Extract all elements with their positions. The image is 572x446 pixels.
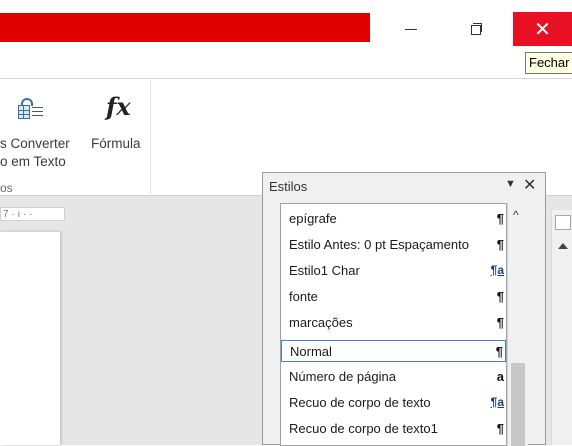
- table-grid-icon: [18, 105, 30, 119]
- table-to-text-icon[interactable]: [18, 98, 44, 120]
- pane-close-icon[interactable]: ✕: [523, 175, 536, 195]
- close-icon: ✕: [534, 17, 551, 41]
- paragraph-mark-icon: ¶: [496, 211, 504, 226]
- formula-button-label[interactable]: Fórmula: [91, 136, 141, 151]
- restore-icon: [471, 25, 481, 35]
- paragraph-mark-icon: ¶: [496, 289, 504, 304]
- horizontal-ruler[interactable]: 7 · ı · ·: [0, 207, 65, 221]
- style-item-fonte[interactable]: fonte ¶: [281, 286, 506, 308]
- style-name: fonte: [289, 289, 318, 304]
- style-item-marcacoes[interactable]: marcações ¶: [281, 312, 506, 334]
- pane-options-icon[interactable]: ▼: [505, 178, 516, 190]
- styles-pane: Estilos ▼ ✕ epígrafe ¶ Estilo Antes: 0 p…: [262, 172, 546, 446]
- vertical-scrollbar[interactable]: [551, 210, 572, 445]
- style-name: marcações: [289, 315, 353, 330]
- style-item-numero-de-pagina[interactable]: Número de página a: [281, 366, 506, 388]
- fx-icon[interactable]: fx: [106, 92, 131, 121]
- style-name: Recuo de corpo de texto: [289, 395, 431, 410]
- styles-list[interactable]: epígrafe ¶ Estilo Antes: 0 pt Espaçament…: [280, 203, 507, 446]
- minimize-button[interactable]: [400, 16, 426, 42]
- close-button[interactable]: ✕: [513, 12, 572, 46]
- ribbon-group-separator: [150, 80, 151, 194]
- paragraph-mark-icon: ¶: [496, 421, 504, 436]
- convert-to-text-label-2[interactable]: o em Texto: [0, 154, 66, 169]
- style-name: Estilo Antes: 0 pt Espaçamento: [289, 237, 469, 252]
- style-name: Normal: [290, 344, 332, 359]
- ribbon-group-label: os: [0, 181, 13, 195]
- style-item-recuo-corpo-texto[interactable]: Recuo de corpo de texto ¶a: [281, 392, 506, 414]
- convert-to-text-label-1[interactable]: s Converter: [0, 136, 70, 151]
- style-item-recuo-corpo-texto1[interactable]: Recuo de corpo de texto1 ¶: [281, 418, 506, 440]
- style-item-estilo-antes[interactable]: Estilo Antes: 0 pt Espaçamento ¶: [281, 234, 506, 256]
- styles-pane-title: Estilos: [269, 179, 308, 194]
- styles-list-scrollbar[interactable]: ^: [507, 203, 528, 446]
- style-name: Estilo1 Char: [289, 263, 360, 278]
- title-bar-highlight: [0, 13, 370, 42]
- scroll-up-icon[interactable]: ^: [513, 208, 519, 222]
- style-item-estilo1-char[interactable]: Estilo1 Char ¶a: [281, 260, 506, 282]
- scroll-up-icon[interactable]: [558, 243, 568, 249]
- restore-button[interactable]: [463, 16, 489, 42]
- paragraph-mark-icon: ¶: [496, 315, 504, 330]
- scrollbar-thumb[interactable]: [511, 363, 525, 446]
- style-name: epígrafe: [289, 211, 337, 226]
- paragraph-mark-icon: ¶: [495, 344, 503, 359]
- close-tooltip: Fechar: [525, 52, 572, 74]
- linked-style-icon: ¶a: [490, 395, 504, 409]
- linked-style-icon: ¶a: [490, 263, 504, 277]
- style-name: Recuo de corpo de texto1: [289, 421, 438, 436]
- style-item-epigrafe[interactable]: epígrafe ¶: [281, 208, 506, 230]
- paragraph-mark-icon: ¶: [496, 237, 504, 252]
- style-name: Número de página: [289, 369, 396, 384]
- style-item-normal[interactable]: Normal ¶: [281, 340, 506, 362]
- title-bar: ✕: [0, 0, 572, 60]
- character-style-icon: a: [496, 369, 504, 384]
- text-lines-icon: [32, 107, 43, 117]
- view-ruler-button[interactable]: [555, 215, 571, 230]
- document-page[interactable]: [0, 232, 60, 445]
